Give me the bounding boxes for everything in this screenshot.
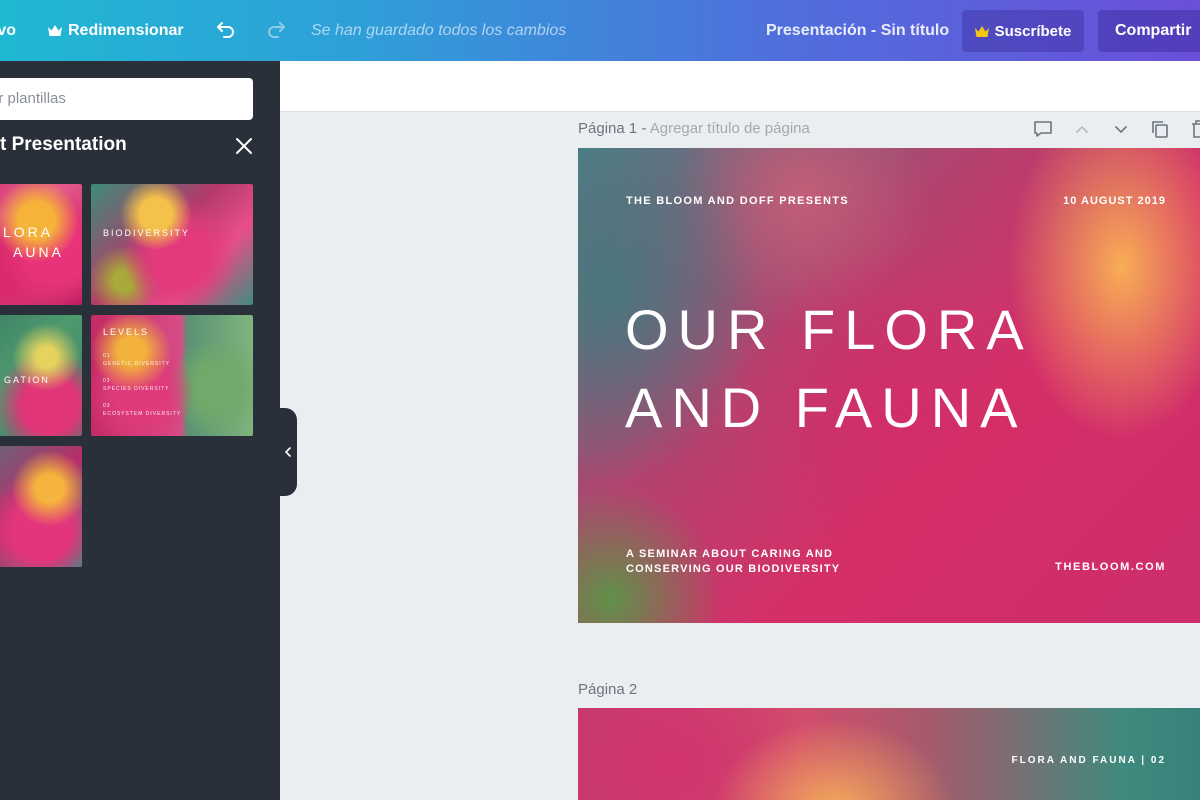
thumbnail-item: GENETIC DIVERSITY [103, 361, 171, 367]
template-search-input[interactable]: ar plantillas [0, 78, 253, 120]
chevron-up-icon[interactable] [1071, 118, 1093, 140]
subscribe-label: Suscríbete [994, 22, 1072, 40]
document-title[interactable]: Presentación - Sin título [766, 0, 949, 61]
close-icon[interactable] [235, 137, 253, 155]
page-1-label: Página 1 - Agregar título de página [578, 120, 810, 137]
slide-date: 10 AUGUST 2019 [1063, 195, 1166, 207]
template-thumbnail-3[interactable]: GATION [0, 315, 82, 436]
thumbnail-item: 02 [103, 378, 111, 384]
crown-icon [974, 25, 989, 37]
slide-title-line1: OUR FLORA [625, 298, 1033, 361]
page-number: Página 1 - [578, 120, 647, 137]
save-status: Se han guardado todos los cambios [311, 22, 567, 39]
file-menu-button[interactable]: vo [0, 0, 16, 61]
slide-subtitle-line1: A SEMINAR ABOUT CARING AND [626, 548, 834, 560]
slide-1[interactable]: THE BLOOM AND DOFF PRESENTS 10 AUGUST 20… [578, 148, 1200, 623]
thumbnail-title-line2: AUNA [13, 244, 64, 260]
thumbnail-item: 01 [103, 353, 111, 359]
slide-subtitle-line2: CONSERVING OUR BIODIVERSITY [626, 563, 841, 575]
template-thumbnail-2[interactable]: BIODIVERSITY [91, 184, 253, 305]
chevron-down-icon[interactable] [1110, 118, 1132, 140]
slide-subtitle: A SEMINAR ABOUT CARING AND CONSERVING OU… [626, 547, 840, 577]
slide-2-label: FLORA AND FAUNA | 02 [1011, 755, 1166, 766]
panel-title: t Presentation [0, 134, 127, 155]
chevron-left-icon [284, 447, 291, 457]
thumbnail-item: SPECIES DIVERSITY [103, 386, 170, 392]
subscribe-button[interactable]: Suscríbete [962, 10, 1084, 52]
redo-icon[interactable] [264, 18, 288, 42]
share-label: Compartir [1115, 22, 1192, 39]
slide-title-line2: AND FAUNA [625, 376, 1027, 439]
resize-button[interactable]: Redimensionar [48, 0, 184, 61]
comment-icon[interactable] [1032, 118, 1054, 140]
crown-icon [48, 25, 62, 36]
thumbnail-heading: GATION [4, 375, 50, 385]
thumbnail-title-line1: LORA [3, 224, 54, 240]
search-placeholder: ar plantillas [0, 90, 66, 107]
file-menu-label: vo [0, 22, 16, 39]
duplicate-icon[interactable] [1149, 118, 1171, 140]
slide-2[interactable]: FLORA AND FAUNA | 02 [578, 708, 1200, 800]
templates-panel: ar plantillas t Presentation LORA AUNA B… [0, 61, 280, 800]
page-tools [1032, 118, 1200, 140]
template-thumbnail-1[interactable]: LORA AUNA [0, 184, 82, 305]
undo-icon[interactable] [214, 18, 238, 42]
thumbnail-heading: LEVELS [103, 327, 150, 337]
editor-toolbar [280, 61, 1200, 112]
collapse-panel-handle[interactable] [279, 408, 297, 496]
resize-label: Redimensionar [68, 22, 184, 39]
slide-presenter-text: THE BLOOM AND DOFF PRESENTS [626, 195, 849, 207]
trash-icon[interactable] [1188, 118, 1200, 140]
thumbnail-heading: BIODIVERSITY [103, 228, 191, 238]
top-toolbar: vo Redimensionar Se han guardado todos l… [0, 0, 1200, 61]
page-2-label: Página 2 [578, 681, 638, 698]
slide-website: THEBLOOM.COM [1055, 561, 1166, 573]
thumbnail-item: 03 [103, 403, 111, 409]
template-thumbnail-4[interactable]: LEVELS 01 GENETIC DIVERSITY 02 SPECIES D… [91, 315, 253, 436]
share-button[interactable]: Compartir [1098, 10, 1200, 52]
thumbnail-item: ECOSYSTEM DIVERSITY [103, 411, 182, 417]
template-thumbnail-5[interactable] [0, 446, 82, 567]
add-page-title-link[interactable]: Agregar título de página [650, 120, 810, 137]
slide-title: OUR FLORA AND FAUNA [625, 291, 1033, 447]
